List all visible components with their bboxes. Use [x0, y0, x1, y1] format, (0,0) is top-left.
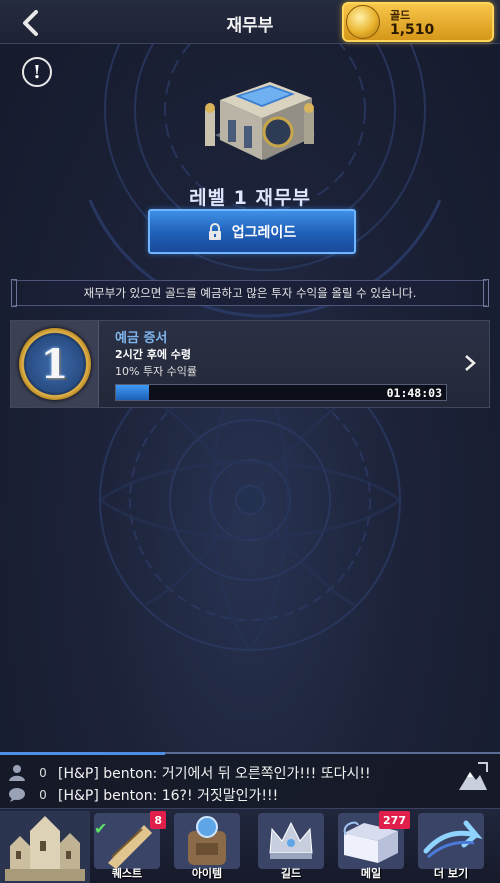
- treasury-building-image: [205, 82, 315, 160]
- upgrade-label: 업그레이드: [231, 224, 297, 241]
- chat-tab-indicator: [0, 752, 165, 755]
- deposit-medal-icon: 1: [18, 328, 91, 400]
- chevron-right-icon[interactable]: [463, 353, 477, 378]
- exclamation-icon: !: [33, 61, 41, 83]
- deposit-remaining-time: 01:48:03: [386, 386, 442, 400]
- lock-icon: [208, 222, 221, 240]
- chat-message: [H&P] benton: 거기에서 뒤 오른쪽인가!!! 또다시!!: [58, 766, 371, 782]
- chat-row: 0 [H&P] benton: 거기에서 뒤 오른쪽인가!!! 또다시!!: [6, 762, 371, 784]
- deposit-progress-bar: 01:48:03: [115, 384, 447, 401]
- nav-more[interactable]: 더 보기: [412, 811, 490, 883]
- gold-label: 골드: [390, 9, 411, 22]
- notice-text: 재무부가 있으면 골드를 예금하고 많은 투자 수익을 올릴 수 있습니다.: [83, 286, 417, 300]
- deposit-progress-fill: [116, 385, 149, 400]
- top-bar: 재무부 골드 1,510: [0, 0, 500, 44]
- nav-mail[interactable]: 277 메일: [332, 811, 410, 883]
- chat-message: [H&P] benton: 16?! 거짓말인가!!!: [58, 788, 279, 804]
- speech-bubble-icon: [6, 785, 28, 805]
- chat-count: 0: [39, 788, 47, 802]
- crown-icon: [258, 813, 324, 869]
- deposit-icon-frame: 1: [11, 321, 99, 407]
- more-arrow-icon: [418, 813, 484, 869]
- nav-mail-label: 메일: [360, 867, 382, 880]
- building-level-title: 레벨 1 재무부: [189, 187, 311, 209]
- notice-left-cap: [11, 279, 17, 307]
- nav-item[interactable]: 아이템: [168, 811, 246, 883]
- chat-panel[interactable]: 0 [H&P] benton: 거기에서 뒤 오른쪽인가!!! 또다시!! 0 …: [0, 752, 500, 808]
- deposit-time: 2시간 후에 수령: [115, 348, 192, 361]
- gold-counter[interactable]: 골드 1,510: [342, 2, 494, 42]
- info-button[interactable]: !: [22, 57, 52, 87]
- chat-row: 0 [H&P] benton: 16?! 거짓말인가!!!: [6, 784, 278, 806]
- treasury-screen: 재무부 골드 1,510 ! 레벨 1 재무부 업그레이드 재무부가 있으면 골…: [0, 0, 500, 883]
- gold-value: 1,510: [390, 22, 435, 38]
- nav-guild[interactable]: 길드: [252, 811, 330, 883]
- nav-guild-label: 길드: [280, 867, 302, 880]
- checkmark-icon: ✔: [94, 819, 108, 838]
- chat-expand-icon[interactable]: [456, 760, 490, 794]
- nav-item-label: 아이템: [191, 867, 223, 880]
- upgrade-button[interactable]: 업그레이드: [148, 209, 356, 254]
- deposit-yield: 10% 투자 수익률: [115, 365, 198, 378]
- nav-more-label: 더 보기: [433, 867, 469, 880]
- deposit-medal-number: 1: [40, 340, 69, 388]
- backpack-icon: [174, 813, 240, 869]
- notice-right-cap: [483, 279, 489, 307]
- quest-badge: 8: [150, 811, 166, 829]
- mail-badge: 277: [379, 811, 410, 829]
- castle-icon[interactable]: [0, 811, 90, 883]
- info-notice: 재무부가 있으면 골드를 예금하고 많은 투자 수익을 올릴 수 있습니다.: [11, 279, 489, 307]
- deposit-title: 예금 증서: [115, 331, 168, 346]
- nav-quest-label: 퀘스트: [111, 867, 143, 880]
- gold-coin-icon: [346, 5, 380, 39]
- chat-count: 0: [39, 766, 47, 780]
- person-icon: [6, 763, 28, 783]
- nav-quest[interactable]: ✔ 8 퀘스트: [88, 811, 166, 883]
- deposit-certificate-card[interactable]: 1 예금 증서 2시간 후에 수령 10% 투자 수익률 01:48:03: [10, 320, 490, 408]
- bottom-navigation: ✔ 8 퀘스트 아이템 길드 277 메일 더 보기: [0, 808, 500, 883]
